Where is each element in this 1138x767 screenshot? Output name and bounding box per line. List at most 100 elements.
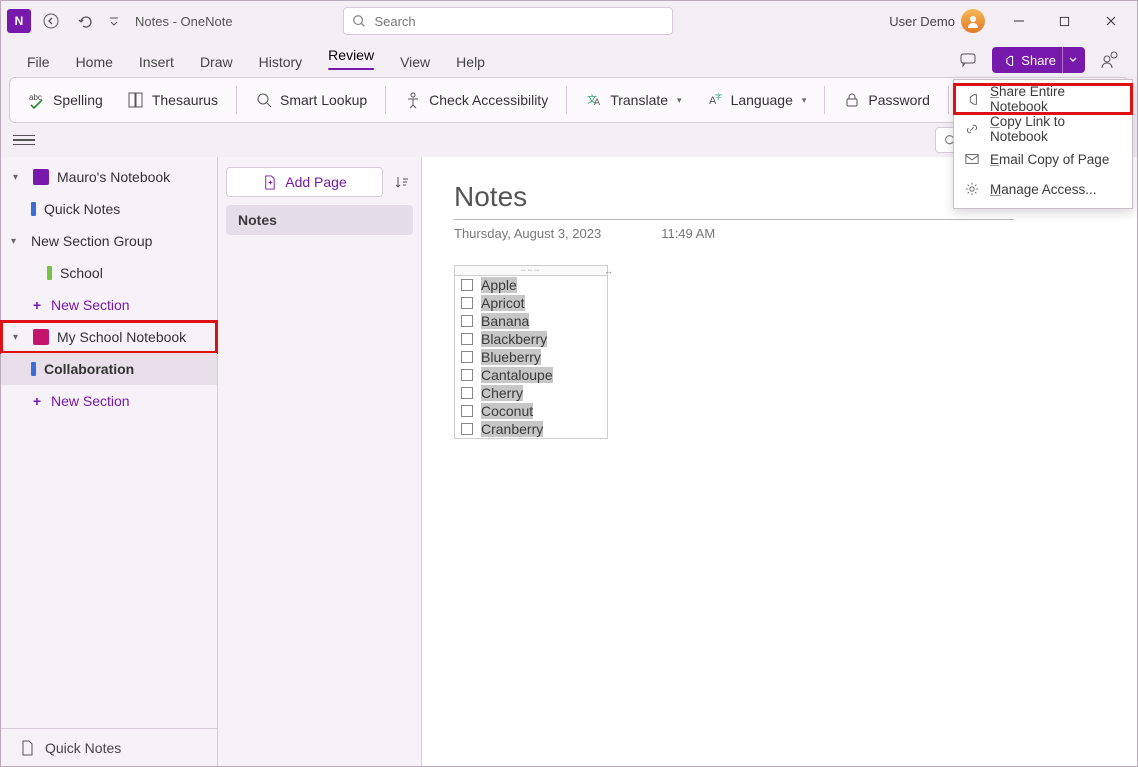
app-window: N Notes - OneNote Search User Demo: [0, 0, 1138, 767]
sort-icon: [395, 175, 409, 189]
checklist-text: Apricot: [481, 295, 525, 311]
password-button[interactable]: Password: [833, 86, 939, 114]
spelling-button[interactable]: abc Spelling: [18, 86, 113, 114]
tab-help[interactable]: Help: [444, 47, 497, 77]
language-button[interactable]: A字 Language ▾: [696, 86, 817, 114]
checklist-item[interactable]: Cherry: [455, 384, 607, 402]
add-page-button[interactable]: Add Page: [226, 167, 383, 197]
chevron-down-icon: [1069, 56, 1077, 64]
menu-share-entire-notebook[interactable]: Share Entire Notebook: [954, 84, 1132, 114]
notebook-my-school[interactable]: ▾ My School Notebook: [1, 321, 217, 353]
translate-icon: 文A: [585, 91, 603, 109]
new-section-button-1[interactable]: + New Section: [1, 289, 217, 321]
checkbox[interactable]: [461, 351, 473, 363]
page-canvas[interactable]: Notes Thursday, August 3, 2023 11:49 AM …: [421, 157, 1137, 766]
checklist-item[interactable]: Apricot: [455, 294, 607, 312]
maximize-icon: [1059, 16, 1070, 27]
note-container[interactable]: ┄┄┄↔ AppleApricot BananaBlackberryBlueber…: [454, 265, 608, 439]
checkbox[interactable]: [461, 297, 473, 309]
share-button[interactable]: Share: [992, 47, 1085, 73]
search-input[interactable]: Search: [343, 7, 673, 35]
page-date: Thursday, August 3, 2023: [454, 226, 601, 241]
tab-file[interactable]: File: [15, 47, 62, 77]
account-button[interactable]: User Demo: [889, 9, 985, 33]
person-feedback-icon: [1100, 51, 1118, 69]
title-bar-right: User Demo: [889, 5, 1131, 37]
chevron-down-icon[interactable]: ▾: [11, 236, 23, 247]
check-accessibility-button[interactable]: Check Accessibility: [394, 86, 558, 114]
checkbox[interactable]: [461, 333, 473, 345]
translate-button[interactable]: 文A Translate ▾: [575, 86, 691, 114]
share-chevron[interactable]: [1062, 47, 1077, 73]
link-icon: [964, 121, 980, 137]
checkbox[interactable]: [461, 405, 473, 417]
comments-button[interactable]: [954, 47, 982, 73]
menu-email-copy[interactable]: Email Copy of Page: [954, 144, 1132, 174]
sort-pages-button[interactable]: [391, 171, 413, 193]
notebook-icon: [33, 329, 49, 345]
search-icon: [352, 14, 366, 28]
note-container-handle[interactable]: ┄┄┄↔: [455, 266, 607, 276]
resize-handle-icon[interactable]: ↔: [604, 266, 615, 276]
minimize-button[interactable]: [999, 5, 1039, 37]
close-button[interactable]: [1091, 5, 1131, 37]
checklist-text: Blueberry: [481, 349, 541, 365]
checklist-item[interactable]: Cranberry: [455, 420, 607, 438]
checklist-text: Banana: [481, 313, 529, 329]
tabs-right: Share: [954, 47, 1123, 77]
tab-review[interactable]: Review: [316, 40, 386, 77]
checklist-item[interactable]: Banana: [455, 312, 607, 330]
share-icon: [964, 91, 980, 107]
checkbox[interactable]: [461, 279, 473, 291]
checkbox[interactable]: [461, 387, 473, 399]
checklist-text: Cranberry: [481, 421, 543, 437]
window-title: Notes - OneNote: [135, 14, 233, 29]
maximize-button[interactable]: [1045, 5, 1085, 37]
tab-home[interactable]: Home: [64, 47, 125, 77]
chevron-down-icon[interactable]: ▾: [13, 332, 25, 343]
thesaurus-icon: [127, 91, 145, 109]
section-collaboration[interactable]: Collaboration: [1, 353, 217, 385]
section-group[interactable]: ▾ New Section Group: [1, 225, 217, 257]
back-button[interactable]: [37, 7, 65, 35]
checkbox[interactable]: [461, 369, 473, 381]
undo-button[interactable]: [71, 7, 99, 35]
checkbox[interactable]: [461, 315, 473, 327]
page-time: 11:49 AM: [661, 226, 715, 241]
chevron-down-icon[interactable]: ▾: [13, 172, 25, 183]
section-quick-notes[interactable]: Quick Notes: [1, 193, 217, 225]
quick-notes-footer[interactable]: Quick Notes: [1, 728, 217, 766]
menu-copy-link[interactable]: Copy Link to Notebook: [954, 114, 1132, 144]
checkbox[interactable]: [461, 423, 473, 435]
tab-insert[interactable]: Insert: [127, 47, 186, 77]
checklist-item[interactable]: Coconut: [455, 402, 607, 420]
page-item-notes[interactable]: Notes: [226, 205, 413, 235]
new-section-button-2[interactable]: + New Section: [1, 385, 217, 417]
plus-icon: +: [31, 393, 43, 409]
accessibility-icon: [404, 91, 422, 109]
add-page-row: Add Page: [226, 167, 413, 197]
gear-icon: [964, 181, 980, 197]
undo-icon: [77, 13, 93, 29]
checklist-item[interactable]: Blueberry: [455, 348, 607, 366]
notebook-mauro[interactable]: ▾ Mauro's Notebook: [1, 161, 217, 193]
title-underline: [454, 219, 1014, 220]
menu-manage-access[interactable]: Manage Access...: [954, 174, 1132, 204]
svg-text:abc: abc: [29, 93, 42, 102]
tab-history[interactable]: History: [247, 47, 315, 77]
checklist-text: Cherry: [481, 385, 523, 401]
thesaurus-button[interactable]: Thesaurus: [117, 86, 228, 114]
checklist-item[interactable]: Cantaloupe: [455, 366, 607, 384]
checklist-item[interactable]: Apple: [455, 276, 607, 294]
share-label: Share: [1021, 53, 1056, 68]
nav-toggle-button[interactable]: [13, 129, 35, 151]
smart-lookup-button[interactable]: Smart Lookup: [245, 86, 377, 114]
share-menu: Share Entire Notebook Copy Link to Noteb…: [953, 79, 1133, 209]
tab-view[interactable]: View: [388, 47, 442, 77]
checklist-item[interactable]: Blackberry: [455, 330, 607, 348]
section-school[interactable]: School: [1, 257, 217, 289]
qat-overflow-button[interactable]: [105, 7, 123, 35]
tab-draw[interactable]: Draw: [188, 47, 245, 77]
feedback-button[interactable]: [1095, 47, 1123, 73]
section-icon: [47, 266, 52, 280]
